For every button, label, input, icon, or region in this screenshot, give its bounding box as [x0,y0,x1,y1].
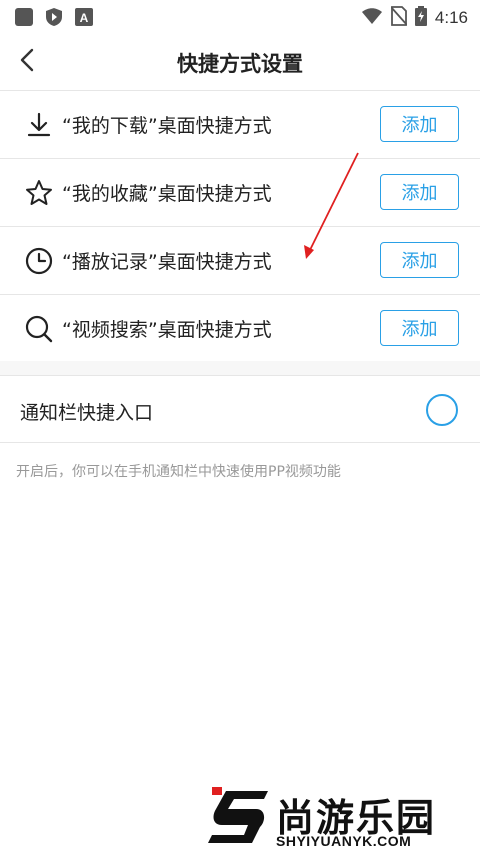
shortcut-row-search: “视频搜索”桌面快捷方式 添加 [0,295,480,363]
shortcut-label: “我的收藏”桌面快捷方式 [62,183,272,205]
shield-play-icon [44,7,64,31]
shortcut-row-history: “播放记录”桌面快捷方式 添加 [0,227,480,295]
app-square-icon [14,7,34,31]
shortcut-row-favorites: “我的收藏”桌面快捷方式 添加 [0,159,480,227]
download-icon [24,110,54,140]
watermark-logo-icon [204,785,272,853]
wifi-icon [361,7,383,29]
a-box-icon: A [74,7,94,31]
no-sim-icon [390,6,408,30]
shortcut-row-downloads: “我的下载”桌面快捷方式 添加 [0,91,480,159]
shortcut-label: “我的下载”桌面快捷方式 [62,115,272,137]
add-history-shortcut-button[interactable]: 添加 [380,242,459,278]
hint-text: 开启后，你可以在手机通知栏中快速使用PP视频功能 [16,464,341,480]
notification-shortcut-row[interactable]: 通知栏快捷入口 [0,376,480,443]
shortcut-list: “我的下载”桌面快捷方式 添加 “我的收藏”桌面快捷方式 添加 “播放记录”桌面… [0,91,480,363]
section-divider [0,361,480,376]
add-downloads-shortcut-button[interactable]: 添加 [380,106,459,142]
watermark-url: SHYIYUANYK.COM [276,833,412,849]
notification-toggle[interactable] [426,394,458,426]
page-title: 快捷方式设置 [177,52,303,76]
search-icon [24,314,54,344]
add-favorites-shortcut-button[interactable]: 添加 [380,174,459,210]
star-icon [24,178,54,208]
svg-text:A: A [80,11,89,25]
shortcut-label: “视频搜索”桌面快捷方式 [62,319,272,341]
watermark: 尚游乐园 SHYIYUANYK.COM [196,783,480,853]
battery-charging-icon [414,6,427,30]
status-bar: A 4:16 [0,0,480,34]
clock-icon [24,246,54,276]
status-time: 4:16 [434,8,468,27]
nav-bar: 快捷方式设置 [0,34,480,91]
add-search-shortcut-button[interactable]: 添加 [380,310,459,346]
shortcut-label: “播放记录”桌面快捷方式 [62,251,272,273]
notification-shortcut-label: 通知栏快捷入口 [20,402,154,424]
